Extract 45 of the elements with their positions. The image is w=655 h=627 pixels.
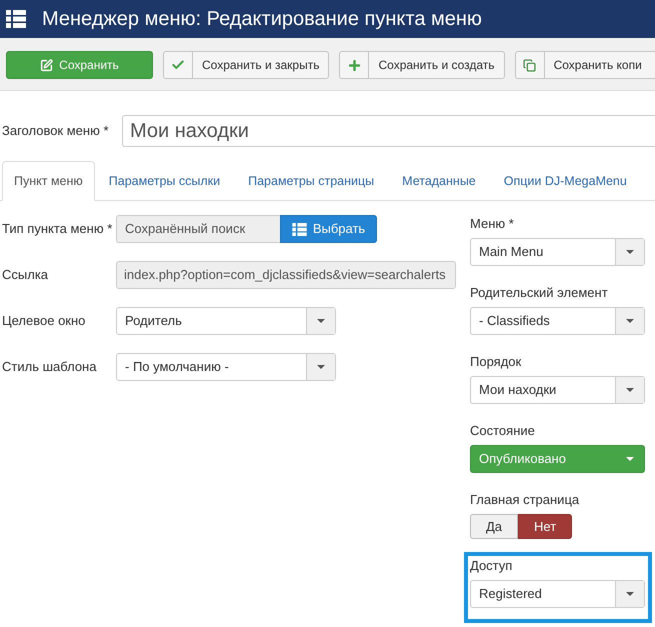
plus-icon — [346, 58, 362, 72]
field-label: Заголовок меню * — [2, 123, 109, 138]
caret-icon — [626, 457, 634, 461]
title-input[interactable]: Мои находки — [122, 115, 655, 147]
toggle-option[interactable]: Нет — [518, 514, 572, 539]
menu-type-field: Сохранённый поиск — [116, 215, 280, 243]
tab[interactable]: Метаданные — [388, 161, 490, 201]
select-field[interactable]: Main Menu — [470, 238, 645, 266]
caret-icon — [626, 250, 634, 254]
select-field[interactable]: Мои находки — [470, 376, 645, 404]
list-icon — [292, 222, 307, 236]
caret-icon — [317, 319, 325, 323]
tab[interactable]: Пункт меню — [2, 161, 95, 201]
select-field[interactable]: - Classifieds — [470, 307, 645, 335]
tab[interactable]: Параметры ссылки — [94, 161, 234, 201]
field-label: Главная страница — [470, 492, 580, 507]
field-label: Меню * — [470, 216, 514, 231]
edit-icon — [40, 58, 54, 72]
select-button[interactable]: Выбрать — [280, 215, 377, 243]
field-label: Стиль шаблона — [2, 359, 96, 374]
field-label: Доступ — [470, 558, 512, 573]
list-icon — [6, 10, 26, 28]
field-label: Ссылка — [2, 267, 48, 282]
toggle-option[interactable]: Да — [470, 514, 518, 539]
field-label: Родительский элемент — [470, 285, 608, 300]
link-field: index.php?option=com_djclassifieds&view=searchalerts — [116, 261, 456, 289]
copy-icon — [523, 58, 536, 72]
check-icon — [171, 58, 185, 72]
field-label: Состояние — [470, 423, 535, 438]
caret-icon — [317, 365, 325, 369]
caret-icon — [626, 592, 634, 596]
caret-icon — [626, 319, 634, 323]
field-label: Целевое окно — [2, 313, 86, 328]
toolbar-button[interactable]: Сохранить и закрыть — [163, 51, 330, 79]
field-label: Порядок — [470, 354, 522, 369]
tab[interactable]: Опции DJ-MegaMenu — [490, 161, 641, 201]
select-field[interactable]: - По умолчанию - — [116, 353, 336, 381]
select-field[interactable]: Родитель — [116, 307, 336, 335]
page-title: Менеджер меню: Редактирование пункта меню — [42, 7, 482, 32]
caret-icon — [626, 388, 634, 392]
select-field[interactable]: Registered — [470, 580, 645, 608]
field-label: Тип пункта меню * — [2, 221, 112, 236]
toolbar-button[interactable]: Сохранить и создать — [339, 51, 505, 79]
tab[interactable]: Параметры страницы — [234, 161, 388, 201]
toolbar-button[interactable]: Сохранить копи — [514, 51, 655, 79]
